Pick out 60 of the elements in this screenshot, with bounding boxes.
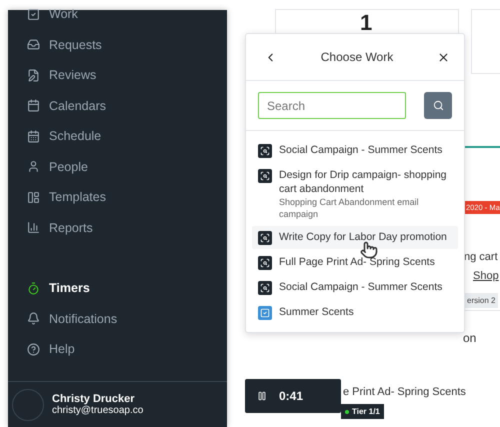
work-title: Write Copy for Labor Day promotion — [279, 230, 447, 244]
work-title: Design for Drip campaign- shopping cart abandonment — [279, 168, 448, 196]
work-title: Summer Scents — [279, 305, 354, 319]
user-name: Christy Drucker — [52, 393, 136, 405]
user-email: christy@truesoap.co — [52, 405, 144, 416]
person-icon — [27, 160, 40, 174]
item-title: on — [463, 331, 476, 345]
stat-count: 1 — [360, 10, 372, 36]
sidebar-item[interactable]: Templates — [27, 182, 227, 212]
task-icon — [258, 231, 272, 245]
bar-chart-icon — [27, 221, 40, 234]
bell-icon — [27, 312, 40, 326]
search-field[interactable]: Search — [258, 92, 406, 119]
pause-button[interactable] — [257, 391, 267, 401]
stopwatch-icon — [27, 282, 40, 295]
sidebar-item[interactable]: Calendars — [27, 90, 227, 121]
task-icon — [258, 281, 272, 295]
work-list-item[interactable]: Full Page Print Ad- Spring Scents — [252, 251, 458, 274]
tier-badge: Tier 1/1 — [341, 404, 384, 419]
sidebar-item[interactable]: People — [27, 152, 227, 182]
timer-time: 0:41 — [279, 389, 304, 403]
sidebar-item[interactable]: Work — [27, 0, 227, 30]
search-button[interactable] — [424, 92, 452, 119]
task-icon — [258, 256, 272, 270]
close-button[interactable] — [436, 50, 450, 64]
sidebar-item[interactable]: Requests — [27, 30, 227, 60]
work-title: Full Page Print Ad- Spring Scents — [279, 255, 435, 269]
work-list-item[interactable]: Summer Scents — [252, 301, 458, 324]
file-edit-icon — [27, 68, 40, 82]
status-dot — [345, 410, 349, 414]
inbox-icon — [27, 38, 40, 52]
layout-icon — [27, 190, 40, 204]
sidebar-item[interactable]: Reports — [27, 212, 227, 243]
task-icon — [258, 169, 272, 183]
sidebar-item[interactable]: Help — [27, 334, 227, 364]
version-badge: ersion 2 — [464, 293, 498, 308]
work-list-item[interactable]: Social Campaign - Summer Scents — [252, 276, 458, 299]
work-title: Social Campaign - Summer Scents — [279, 280, 442, 294]
search-icon — [432, 100, 444, 111]
sidebar-item[interactable]: Timers — [27, 273, 227, 304]
calendar-grid-icon — [27, 130, 40, 143]
close-icon — [436, 50, 450, 64]
avatar — [12, 388, 44, 420]
sidebar-item[interactable]: Notifications — [27, 304, 227, 334]
sidebar-item[interactable]: Schedule — [27, 121, 227, 152]
checkbox-icon — [258, 306, 272, 320]
sidebar-item[interactable]: Reviews — [27, 60, 227, 90]
work-list-item[interactable]: Social Campaign - Summer Scents — [252, 139, 458, 162]
work-title: Social Campaign - Summer Scents — [279, 143, 442, 157]
task-icon — [258, 144, 272, 158]
work-list-item[interactable]: Design for Drip campaign- shopping cart abandonment Shopping Cart Abandonment email campaign — [252, 164, 458, 224]
work-subtitle: Shopping Cart Abandonment email campaign — [279, 196, 420, 220]
breadcrumb-link[interactable]: Shop — [473, 270, 499, 282]
checkbox-icon — [27, 8, 40, 21]
item-title: ng cart — [464, 251, 498, 263]
item-title: e Print Ad- Spring Scents — [343, 386, 466, 398]
calendar-icon — [27, 99, 40, 112]
popup-title: Choose Work — [320, 50, 394, 64]
help-icon — [27, 342, 40, 356]
hand-cursor-icon — [360, 241, 378, 259]
